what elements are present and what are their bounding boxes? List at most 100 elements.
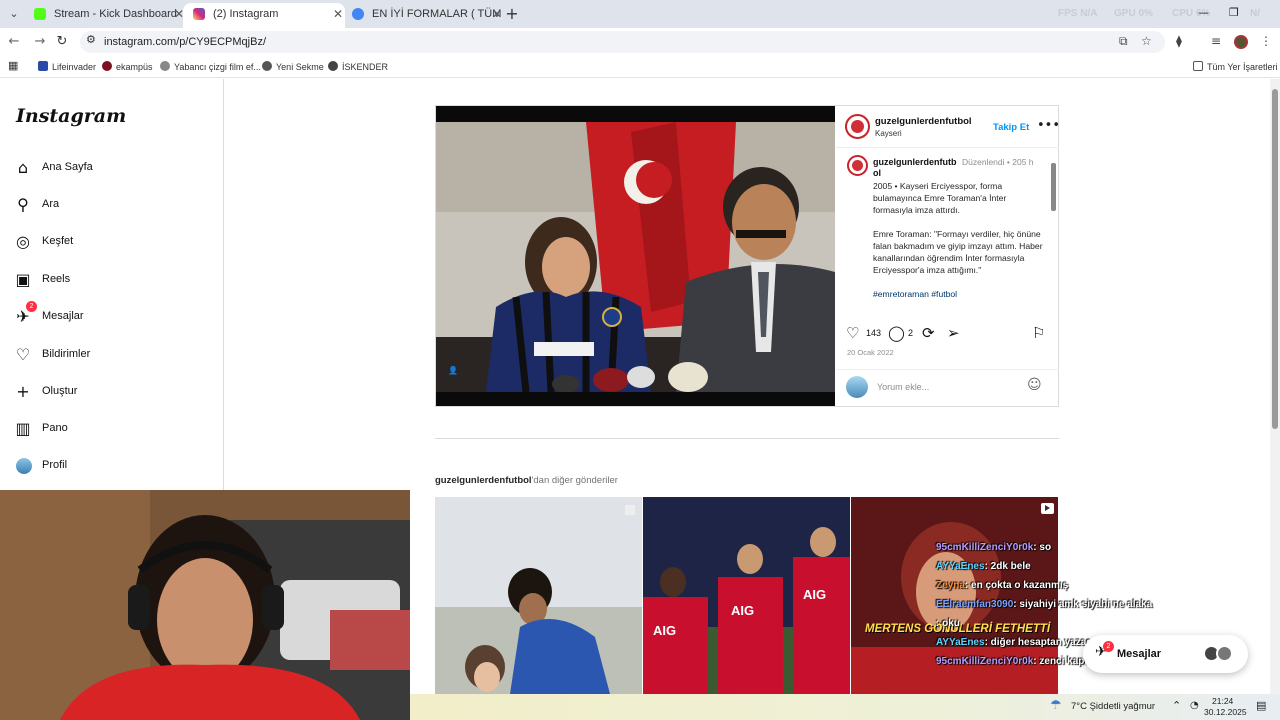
weather-text[interactable]: 7°C Şiddetli yağmur <box>1071 701 1155 712</box>
sidebar-item-label: Profil <box>42 459 68 471</box>
bookmark-favicon-icon <box>328 61 338 71</box>
svg-text:AIG: AIG <box>731 603 754 618</box>
more-post-tile[interactable] <box>435 497 642 694</box>
author-avatar[interactable] <box>845 114 870 139</box>
sidebar-item-ara[interactable]: ⚲ Ara <box>14 194 214 218</box>
sidebar-item-mesajlar[interactable]: ✈ 2 Mesajlar <box>14 301 214 330</box>
comment-count: 2 <box>908 328 914 338</box>
section-divider <box>435 438 1059 439</box>
more-post-tile[interactable]: AIG AIG AIG <box>643 497 850 694</box>
emoji-icon[interactable]: ☺ <box>1027 377 1042 393</box>
home-icon: ⌂ <box>17 158 29 177</box>
chat-username: EElraemfan3090 <box>936 599 1014 610</box>
fps-readout: FPS N/A <box>1058 8 1098 19</box>
bookmark-star-icon[interactable]: ☆ <box>1141 34 1152 48</box>
save-bookmark-icon[interactable]: ⚐ <box>1032 324 1045 342</box>
apps-grid-icon[interactable]: ▦ <box>8 59 18 72</box>
bookmark-yeni-sekme[interactable]: Yeni Sekme <box>262 61 324 72</box>
sidebar-item-pano[interactable]: ▥ Pano <box>14 418 214 442</box>
tray-chevron-icon[interactable]: ⌃ <box>1172 699 1181 712</box>
share-icon[interactable]: ➢ <box>947 324 960 342</box>
caption-meta: Düzenlendi • 205 h <box>962 157 1034 167</box>
new-tab-button[interactable]: + <box>504 4 520 24</box>
chat-message: EElraemfan3090: siyahiyi amk siyahi ne a… <box>936 595 1176 614</box>
post-location[interactable]: Kayseri <box>875 129 902 138</box>
follow-button[interactable]: Takip Et <box>993 122 1029 133</box>
site-info-icon[interactable]: ⚙ <box>86 33 96 46</box>
address-bar[interactable]: ⚙ instagram.com/p/CY9ECPMqjBz/ ⧉ ☆ <box>80 31 1165 53</box>
caption-username[interactable]: guzelgunlerdenfutbol <box>873 157 959 179</box>
comment-icon[interactable]: ◯ <box>888 324 905 342</box>
forward-arrow-icon[interactable]: → <box>30 32 50 52</box>
plus-icon: + <box>16 382 30 401</box>
tab-search-chevron-icon[interactable]: ⌄ <box>4 4 24 24</box>
restore-icon[interactable]: ❐ <box>1229 6 1239 19</box>
all-bookmarks-folder[interactable]: Tüm Yer İşaretleri <box>1193 61 1278 72</box>
sidebar-item-bildirimler[interactable]: ♡ Bildirimler <box>14 344 214 368</box>
reload-icon[interactable]: ↻ <box>52 32 72 52</box>
chat-text: : so <box>1033 542 1052 553</box>
comment-input[interactable]: Yorum ekle... <box>877 382 929 392</box>
search-icon: ⚲ <box>17 195 29 214</box>
sidebar-item-keşfet[interactable]: ◎ Keşfet <box>14 231 214 255</box>
sidebar-item-ana-sayfa[interactable]: ⌂ Ana Sayfa <box>14 157 214 181</box>
bookmark-yabanci-cizgi-film[interactable]: Yabancı çizgi film ef... <box>160 61 261 72</box>
bookmark-lifeinvader[interactable]: Lifeinvader <box>38 61 96 72</box>
clock-time[interactable]: 21:24 <box>1212 696 1233 706</box>
chat-text: : siyahiyi amk siyahi ne alaka <box>1013 599 1153 610</box>
browser-profile-avatar[interactable] <box>1234 35 1248 49</box>
bookmark-iskender[interactable]: İSKENDER <box>328 61 388 72</box>
kick-favicon-icon <box>34 8 46 20</box>
page-scrollbar[interactable] <box>1270 79 1280 694</box>
bookmark-ekampus[interactable]: ekampüs <box>102 61 153 72</box>
notifications-icon[interactable]: ▤ <box>1256 699 1266 712</box>
folder-icon <box>1193 61 1203 71</box>
menu-dots-icon[interactable]: ⋮ <box>1260 34 1272 48</box>
clock-date[interactable]: 30.12.2025 <box>1204 707 1247 717</box>
post-photo[interactable]: 👤 <box>436 106 835 406</box>
post-date[interactable]: 20 Ocak 2022 <box>847 348 894 357</box>
sidebar-item-oluştur[interactable]: + Oluştur <box>14 381 214 405</box>
tab-instagram[interactable]: (2) Instagram ✕ <box>183 3 345 28</box>
like-heart-icon[interactable]: ♡ <box>846 324 859 342</box>
tab-title: (2) Instagram <box>213 8 279 20</box>
chat-message: 95cmKilliZenciY0r0k: so <box>936 538 1176 557</box>
instagram-sidebar: Instagram ⌂ Ana Sayfa ⚲ Ara ◎ Keşfet ▣ Reels ✈ 2 M… <box>0 79 224 491</box>
bookmark-favicon-icon <box>262 61 272 71</box>
current-user-avatar <box>846 376 868 398</box>
repost-icon[interactable]: ⟳ <box>922 324 935 342</box>
svg-text:AIG: AIG <box>803 587 826 602</box>
messages-pill[interactable]: ✈ 2 Mesajlar <box>1083 635 1248 673</box>
tab-kick-dashboard[interactable]: Stream - Kick Dashboard ✕ <box>24 3 186 28</box>
sidebar-item-reels[interactable]: ▣ Reels <box>14 269 214 293</box>
install-app-icon[interactable]: ⧉ <box>1119 34 1128 49</box>
close-tab-icon[interactable]: ✕ <box>490 3 504 25</box>
scrollbar-thumb[interactable] <box>1272 89 1278 429</box>
chat-message: : oku <box>936 614 1176 633</box>
sidebar-item-profil[interactable]: Profil <box>14 455 214 479</box>
sidebar-item-label: Mesajlar <box>42 310 84 322</box>
chat-text: : 2dk bele <box>984 561 1031 572</box>
post-actions: ♡ 143 ◯ 2 ⟳ ➢ ⚐ 20 Ocak 2022 <box>836 320 1059 370</box>
tagged-user-icon[interactable]: 👤 <box>446 364 460 378</box>
url-text[interactable]: instagram.com/p/CY9ECPMqjBz/ <box>104 36 266 48</box>
like-count[interactable]: 143 <box>866 328 881 338</box>
rain-cloud-icon: ☂ <box>1050 698 1062 713</box>
chat-username: AYYaEnes <box>936 561 985 572</box>
back-arrow-icon[interactable]: ← <box>4 32 24 52</box>
network-icon[interactable]: ◔ <box>1190 700 1199 711</box>
instagram-logo[interactable]: Instagram <box>16 105 126 127</box>
more-posts-title: guzelgunlerdenfutbol'dan diğer gönderile… <box>435 475 618 486</box>
post-caption: guzelgunlerdenfutbol Düzenlendi • 205 h … <box>836 149 1059 315</box>
media-control-icon[interactable]: ≡ <box>1211 34 1221 48</box>
bookmark-favicon-icon <box>102 61 112 71</box>
chat-username: 95cmKilliZenciY0r0k <box>936 542 1034 553</box>
extensions-icon[interactable]: ⧫ <box>1176 34 1182 48</box>
more-options-icon[interactable]: ••• <box>1037 118 1060 133</box>
author-username[interactable]: guzelgunlerdenfutbol <box>875 116 972 127</box>
caption-avatar[interactable] <box>847 155 868 176</box>
hashtags[interactable]: #emretoraman #futbol <box>873 289 957 299</box>
minimize-icon[interactable]: — <box>1198 6 1209 19</box>
tab-en-iyi-formalar[interactable]: EN İYİ FORMALAR ( TÜM TAKIM ✕ <box>342 3 504 28</box>
caption-scrollbar[interactable] <box>1051 159 1056 309</box>
